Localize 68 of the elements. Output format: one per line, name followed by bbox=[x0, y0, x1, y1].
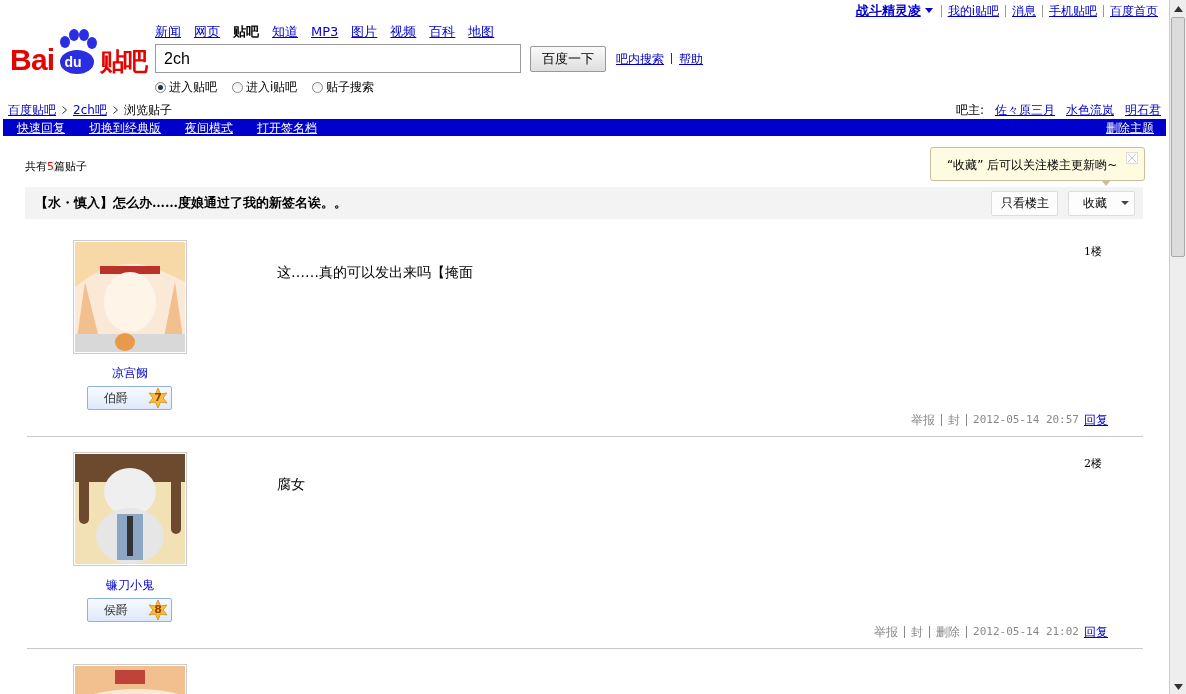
tooltip-text: “收藏” 后可以关注楼主更新哟~ bbox=[947, 158, 1118, 172]
reply-link[interactable]: 回复 bbox=[1084, 623, 1108, 641]
radio-button[interactable] bbox=[155, 81, 166, 93]
author-link[interactable]: 镰刀小鬼 bbox=[105, 576, 154, 594]
radio-button[interactable] bbox=[232, 81, 243, 93]
post-action-link[interactable]: 封 bbox=[948, 411, 961, 429]
nav-tab[interactable]: 地图 bbox=[468, 21, 495, 41]
chevron-icon bbox=[62, 106, 67, 114]
level-badge: 7 bbox=[148, 388, 168, 408]
search-link[interactable]: 帮助 bbox=[679, 49, 703, 68]
chevron-icon bbox=[112, 106, 118, 114]
caret-icon bbox=[1121, 201, 1129, 205]
search-option[interactable]: 进入贴吧 bbox=[155, 78, 217, 96]
scroll-down-icon[interactable] bbox=[1173, 684, 1183, 690]
search-field[interactable]: 2ch bbox=[155, 44, 521, 73]
manager-link[interactable]: 水色流岚 bbox=[1066, 101, 1114, 119]
toolbar-link[interactable]: 夜间模式 bbox=[185, 118, 233, 137]
rank-text: 侯爵 bbox=[104, 602, 128, 619]
floor-number: 1楼 bbox=[1084, 244, 1102, 260]
manager-link[interactable]: 佐々原三月 bbox=[995, 101, 1055, 119]
author-link[interactable]: 凉宫阙 bbox=[111, 364, 148, 382]
search-option[interactable]: 进入i贴吧 bbox=[232, 78, 298, 96]
reply-link[interactable]: 回复 bbox=[1084, 411, 1108, 429]
author-only-button[interactable]: 只看楼主 bbox=[991, 190, 1058, 216]
post-content: 腐女 bbox=[277, 475, 305, 494]
post-action-link[interactable]: 举报 bbox=[874, 623, 899, 641]
top-link[interactable]: 手机贴吧 bbox=[1049, 1, 1097, 20]
post-action-link[interactable]: 举报 bbox=[911, 411, 936, 429]
scrollbar-thumb[interactable] bbox=[1171, 17, 1185, 257]
post-count: 共有5篇贴子 bbox=[25, 160, 87, 173]
nav-tab[interactable]: MP3 bbox=[311, 21, 339, 41]
delete-thread-link[interactable]: 删除主题 bbox=[1106, 118, 1154, 137]
username-link[interactable]: 战斗精灵凌 bbox=[855, 0, 921, 21]
rank-text: 伯爵 bbox=[104, 390, 128, 407]
manager-link[interactable]: 明石君 bbox=[1125, 101, 1161, 119]
caret-icon[interactable] bbox=[924, 8, 933, 13]
toolbar-link[interactable]: 快速回复 bbox=[17, 118, 65, 137]
top-link[interactable]: 消息 bbox=[1012, 1, 1036, 20]
managers-label: 吧主: bbox=[955, 102, 984, 119]
toolbar-link[interactable]: 打开签名档 bbox=[257, 118, 317, 137]
nav-tab[interactable]: 图片 bbox=[351, 21, 378, 41]
search-option[interactable]: 贴子搜索 bbox=[312, 78, 375, 96]
nav-tab[interactable]: 视频 bbox=[390, 21, 417, 41]
search-button[interactable]: 百度一下 bbox=[530, 45, 606, 72]
nav-tab[interactable]: 贴吧 bbox=[233, 21, 259, 41]
scrollbar[interactable] bbox=[1169, 0, 1186, 694]
nav-tab[interactable]: 百科 bbox=[429, 21, 456, 41]
nav-tab[interactable]: 网页 bbox=[194, 21, 220, 41]
radio-button[interactable] bbox=[312, 81, 324, 93]
post-action-link[interactable]: 删除 bbox=[936, 623, 961, 641]
floor-number: 2楼 bbox=[1084, 456, 1102, 472]
top-link[interactable]: 我的i贴吧 bbox=[947, 1, 999, 20]
search-link[interactable]: 吧内搜索 bbox=[616, 49, 664, 68]
level-badge: 8 bbox=[148, 600, 168, 620]
post-content: 这……真的可以发出来吗【掩面 bbox=[277, 263, 473, 282]
top-link[interactable]: 百度首页 bbox=[1110, 1, 1158, 20]
post-time: 2012-05-14 21:02 bbox=[973, 623, 1079, 640]
post-time: 2012-05-14 20:57 bbox=[973, 411, 1079, 428]
scroll-up-icon[interactable] bbox=[1173, 6, 1183, 12]
toolbar-link[interactable]: 切换到经典版 bbox=[89, 118, 161, 137]
breadcrumb-link[interactable]: 2ch吧 bbox=[73, 101, 107, 119]
baidu-logo[interactable]: Bai du 贴吧 bbox=[10, 25, 150, 75]
post-action-link[interactable]: 封 bbox=[911, 623, 924, 641]
favorite-button[interactable]: 收藏 bbox=[1068, 190, 1135, 216]
thread-title: 【水・慎入】怎么办……度娘通过了我的新签名诶。。 bbox=[35, 194, 347, 213]
breadcrumb-link[interactable]: 百度贴吧 bbox=[8, 101, 56, 119]
nav-tab[interactable]: 知道 bbox=[272, 21, 298, 41]
nav-tab[interactable]: 新闻 bbox=[155, 21, 181, 41]
